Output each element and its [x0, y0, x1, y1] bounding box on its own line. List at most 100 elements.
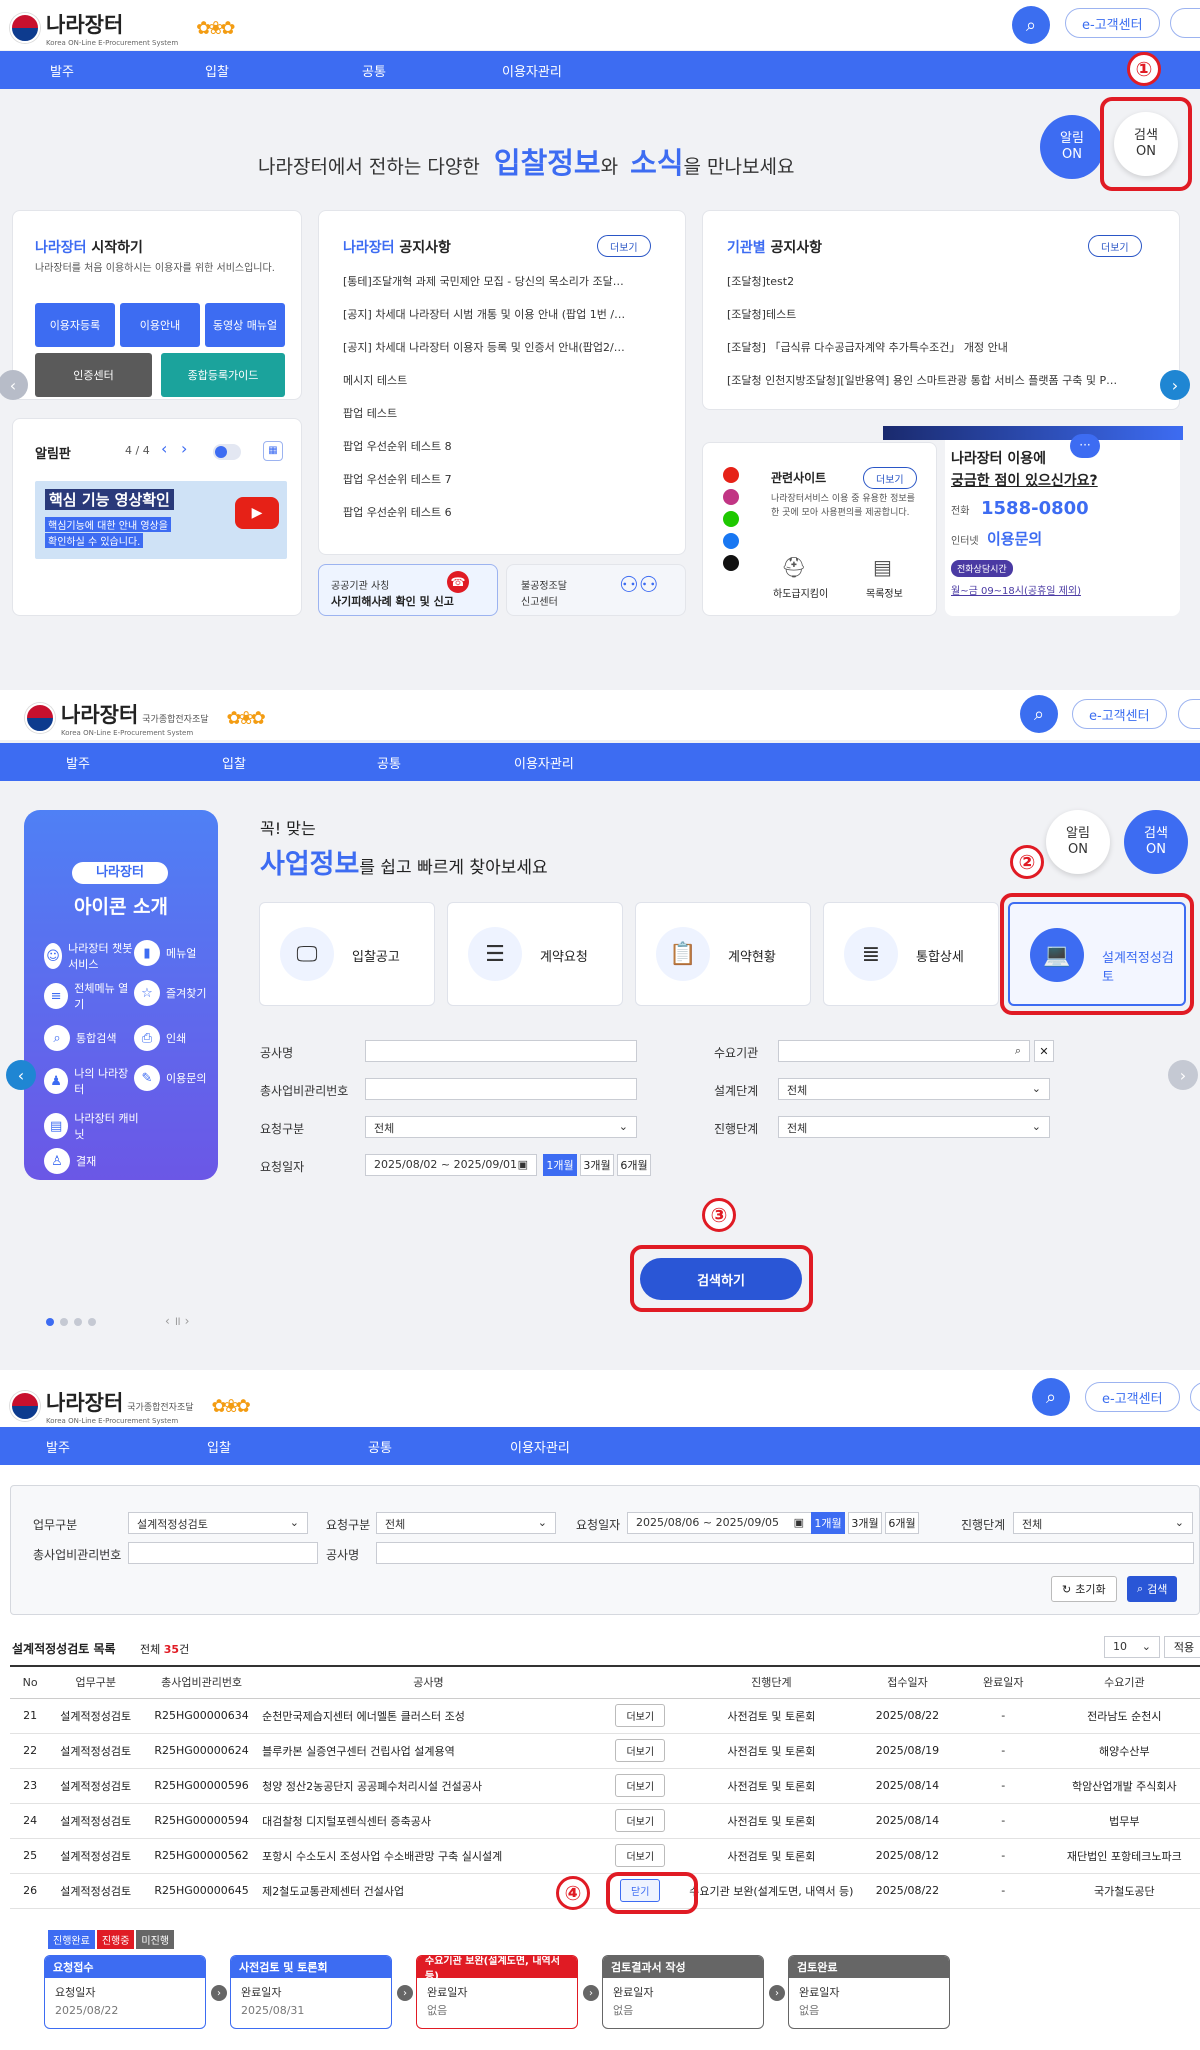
inquiry-link[interactable]: 이용문의	[987, 528, 1042, 549]
calendar-icon[interactable]: ▣	[518, 1158, 528, 1171]
notice-item[interactable]: [조달청 인천지방조달청][일반용역] 용인 스마트관광 통합 서비스 플랫폼 …	[727, 372, 1147, 388]
youtube-icon[interactable]	[723, 467, 739, 483]
favorites-item[interactable]: ☆ 즐겨찾기	[134, 980, 206, 1006]
search-icon[interactable]: ⌕	[1032, 1378, 1070, 1416]
catalog-icon[interactable]: ▤	[873, 555, 892, 579]
slide-dots[interactable]	[46, 1318, 96, 1326]
notice-item[interactable]: 팝업 우선순위 테스트 8	[343, 438, 668, 454]
notice-item[interactable]: [조달청]test2	[727, 273, 1147, 289]
all-menu-item[interactable]: ≡ 전체메뉴 열기	[44, 980, 134, 1012]
usage-guide-button[interactable]: 이용안내	[120, 303, 200, 347]
more-detail-button[interactable]: 더보기	[615, 1704, 666, 1727]
period-3m-button[interactable]: 3개월	[580, 1154, 614, 1176]
nav-order[interactable]: 발주	[66, 753, 90, 772]
nav-common[interactable]: 공통	[377, 753, 401, 772]
video-manual-button[interactable]: 동영상 매뉴얼	[205, 303, 285, 347]
logo[interactable]: 나라장터 국가종합전자조달 Korea ON-Line E-Procurement…	[10, 1387, 251, 1425]
tab-contract-status[interactable]: 📋 계약현황	[635, 902, 811, 1006]
more-detail-button[interactable]: 더보기	[615, 1739, 666, 1762]
more-header-button[interactable]	[1190, 1382, 1200, 1412]
more-detail-button[interactable]: 더보기	[615, 1809, 666, 1832]
nav-user-mgmt[interactable]: 이용자관리	[502, 61, 562, 80]
alert-toggle[interactable]: 알림 ON	[1046, 810, 1110, 874]
subcontract-link[interactable]: 하도급지킴이	[773, 585, 828, 600]
instagram-icon[interactable]	[723, 489, 739, 505]
my-nara-item[interactable]: ♟ 나의 나라장터	[44, 1065, 134, 1097]
more-header-button[interactable]	[1170, 8, 1200, 38]
autoplay-toggle[interactable]	[213, 444, 241, 460]
table-row[interactable]: 25 설계적정성검토 R25HG00000562 포항시 수소도시 조성사업 수소배관…	[10, 1838, 1200, 1874]
notice-item[interactable]: 메시지 테스트	[343, 372, 668, 388]
period-6m-button[interactable]: 6개월	[885, 1512, 919, 1534]
registration-guide-button[interactable]: 종합등록가이드	[161, 353, 285, 397]
logo[interactable]: 나라장터 국가종합전자조달 Korea ON-Line E-Procurement…	[25, 699, 266, 737]
more-detail-button[interactable]: 더보기	[615, 1774, 666, 1797]
subcontract-icon[interactable]: ⛑	[781, 555, 806, 579]
nav-order[interactable]: 발주	[50, 61, 74, 80]
more-detail-button[interactable]: 더보기	[615, 1844, 666, 1867]
search-icon[interactable]: ⌕	[1020, 695, 1058, 733]
logo[interactable]: 나라장터 Korea ON-Line E-Procurement System …	[10, 9, 235, 47]
search-icon[interactable]: ⌕	[1012, 6, 1050, 44]
demand-org-input[interactable]: ⌕	[778, 1040, 1030, 1062]
notice-item[interactable]: [공지] 차세대 나라장터 시범 개통 및 이용 안내 (팝업 1번 /…	[343, 306, 668, 322]
cabinet-item[interactable]: ▤ 나라장터 캐비닛	[44, 1110, 144, 1142]
date-range-input[interactable]: 2025/08/02 ~ 2025/09/01 ▣	[365, 1154, 537, 1176]
table-row[interactable]: 26 설계적정성검토 R25HG00000645 제2철도교통관제센터 건설사업 닫기 수…	[10, 1873, 1200, 1909]
date-range-input[interactable]: 2025/08/06 ~ 2025/09/05 ▣	[627, 1512, 813, 1534]
ecenter-button[interactable]: e-고객센터	[1085, 1382, 1180, 1412]
search-button[interactable]: ⌕ 검색	[1127, 1576, 1178, 1602]
progress-stage-select[interactable]: 전체 ⌄	[778, 1116, 1050, 1138]
next-slide-icon[interactable]: ›	[1168, 1060, 1198, 1090]
next-slide-icon[interactable]: ›	[1160, 370, 1190, 400]
tab-bid-notice[interactable]: 🖵 입찰공고	[259, 902, 435, 1006]
approval-item[interactable]: ♙ 결재	[44, 1148, 96, 1174]
nav-bid[interactable]: 입찰	[205, 61, 229, 80]
alert-toggle[interactable]: 알림 ON	[1040, 115, 1104, 179]
notice-item[interactable]: [통테]조달개혁 과제 국민제안 모집 - 당신의 목소리가 조달…	[343, 273, 668, 289]
next-icon[interactable]: ›	[181, 439, 187, 458]
reset-button[interactable]: ↻ 초기화	[1051, 1576, 1117, 1602]
total-search-item[interactable]: ⌕ 통합검색	[44, 1025, 116, 1051]
tab-integrated-detail[interactable]: ≣ 통합상세	[823, 902, 999, 1006]
period-3m-button[interactable]: 3개월	[848, 1512, 882, 1534]
period-6m-button[interactable]: 6개월	[617, 1154, 651, 1176]
fraud-banner[interactable]: 공공기관 사칭 사기피해사례 확인 및 신고 ☎	[318, 564, 498, 616]
prev-slide-icon[interactable]: ‹	[6, 1060, 36, 1090]
slide-controls[interactable]: ‹ ॥ ›	[165, 1312, 189, 1329]
ecenter-button[interactable]: e-고객센터	[1065, 8, 1160, 38]
project-name-input[interactable]	[376, 1542, 1194, 1564]
more-header-button[interactable]	[1178, 699, 1200, 729]
grid-icon[interactable]: ▦	[263, 441, 283, 461]
notice-item[interactable]: [조달청] 「급식류 다수공급자계약 추가특수조건」 개정 안내	[727, 339, 1147, 355]
notice-item[interactable]: 팝업 테스트	[343, 405, 668, 421]
mgmt-no-input[interactable]	[128, 1542, 318, 1564]
work-type-select[interactable]: 설계적정성검토 ⌄	[128, 1512, 308, 1534]
progress-select[interactable]: 전체 ⌄	[1013, 1512, 1193, 1534]
related-more-button[interactable]: 더보기	[863, 467, 917, 489]
unfair-report-banner[interactable]: 불공정조달 신고센터 ⚇⚇	[506, 564, 686, 616]
cert-center-button[interactable]: 인증센터	[35, 353, 152, 397]
nav-user-mgmt[interactable]: 이용자관리	[514, 753, 574, 772]
chatbot-item[interactable]: ☺ 나라장터 챗봇서비스	[44, 940, 134, 972]
design-stage-select[interactable]: 전체 ⌄	[778, 1078, 1050, 1100]
notice-more-button[interactable]: 더보기	[597, 235, 651, 257]
x-icon[interactable]	[723, 555, 739, 571]
page-size-select[interactable]: 10 ⌄	[1104, 1636, 1160, 1658]
ecenter-button[interactable]: e-고객센터	[1072, 699, 1167, 729]
table-row[interactable]: 21 설계적정성검토 R25HG00000634 순천만국제습지센터 에너멜톤 클러스…	[10, 1698, 1200, 1734]
nav-user-mgmt[interactable]: 이용자관리	[510, 1437, 570, 1456]
print-item[interactable]: ⎙ 인쇄	[134, 1025, 186, 1051]
prev-icon[interactable]: ‹	[161, 439, 167, 458]
inquiry-item[interactable]: ✎ 이용문의	[134, 1065, 206, 1091]
period-1m-button[interactable]: 1개월	[811, 1512, 845, 1534]
table-row[interactable]: 23 설계적정성검토 R25HG00000596 청양 정산2농공단지 공공폐수처리시…	[10, 1768, 1200, 1804]
nav-common[interactable]: 공통	[362, 61, 386, 80]
user-register-button[interactable]: 이용자등록	[35, 303, 115, 347]
notice-item[interactable]: [공지] 차세대 나라장터 이용자 등록 및 인증서 안내(팝업2/…	[343, 339, 668, 355]
search-icon[interactable]: ⌕	[1015, 1044, 1021, 1058]
request-type-select[interactable]: 전체 ⌄	[376, 1512, 556, 1534]
notice-item[interactable]: 팝업 우선순위 테스트 7	[343, 471, 668, 487]
catalog-link[interactable]: 목록정보	[866, 585, 903, 600]
notice-item[interactable]: 팝업 우선순위 테스트 6	[343, 504, 668, 520]
